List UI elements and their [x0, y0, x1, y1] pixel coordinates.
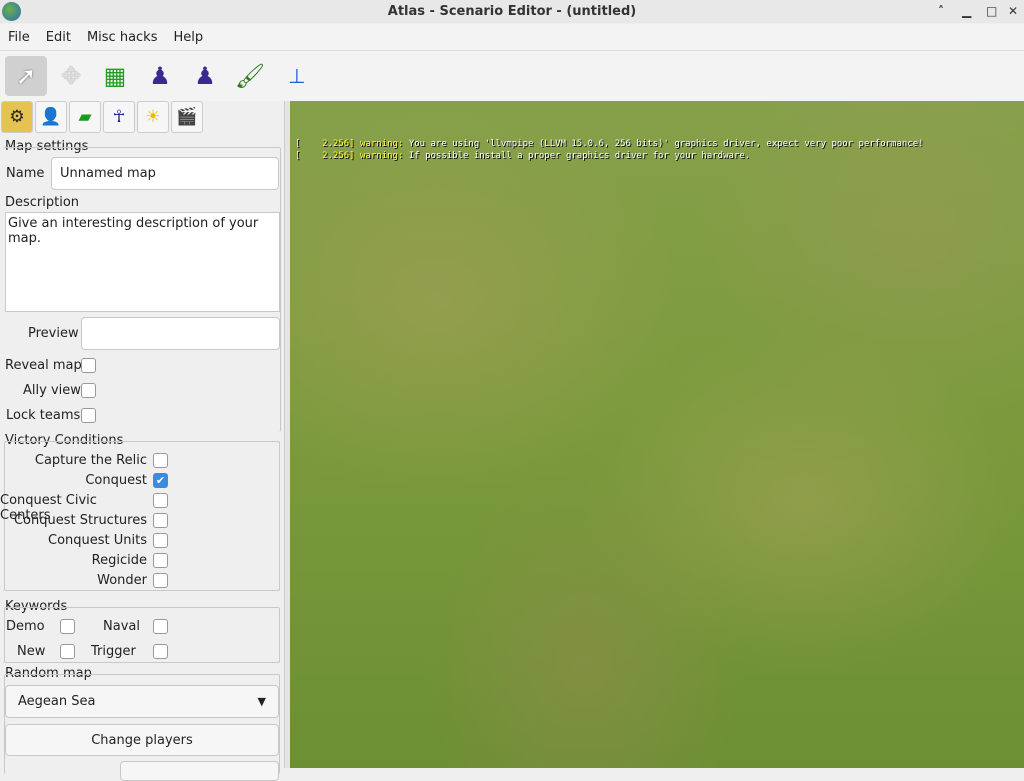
tab-cinema[interactable]: 🎬	[171, 101, 203, 133]
player-icon: 👤	[40, 107, 62, 127]
keyword-demo-checkbox[interactable]	[60, 619, 75, 634]
tab-environment[interactable]: ☀	[137, 101, 169, 133]
victory-condition-checkbox[interactable]	[153, 453, 168, 468]
victory-condition-checkbox[interactable]	[153, 573, 168, 588]
paint-terrain-icon[interactable]: 🖌	[229, 56, 271, 96]
random-map-value: Aegean Sea	[18, 694, 96, 709]
lock-teams-label: Lock teams	[6, 408, 81, 423]
reveal-map-checkbox[interactable]	[81, 358, 96, 373]
keywords-group	[4, 607, 280, 663]
terrain-elevation-icon[interactable]: ▦	[94, 56, 136, 96]
keyword-demo-label: Demo	[6, 619, 45, 634]
tab-object[interactable]: ☥	[103, 101, 135, 133]
place-object-icon[interactable]: ♟	[139, 56, 181, 96]
menu-edit[interactable]: Edit	[38, 24, 79, 51]
keyword-new-checkbox[interactable]	[60, 644, 75, 659]
toolbar: ➚ ✥ ▦ ♟ ♟ 🖌 ⊥	[0, 51, 1024, 101]
terrain-icon: ▰	[78, 107, 92, 127]
change-players-button[interactable]: Change players	[5, 724, 279, 756]
preview-input[interactable]	[81, 317, 280, 350]
victory-condition-checkbox[interactable]	[153, 513, 168, 528]
victory-condition-label: Regicide	[91, 553, 147, 568]
map-icon: ⚙	[9, 107, 25, 127]
chevron-down-icon: ▼	[257, 695, 266, 708]
clapperboard-icon: 🎬	[176, 107, 198, 127]
keyword-new-label: New	[17, 644, 46, 659]
name-input[interactable]: Unnamed map	[51, 157, 279, 190]
select-tool-icon[interactable]: ➚	[5, 56, 47, 96]
keyword-naval-label: Naval	[103, 619, 140, 634]
victory-condition-checkbox[interactable]	[153, 533, 168, 548]
log-line: [ 2.256] warning: If possible install a …	[295, 151, 751, 161]
description-textarea[interactable]: Give an interesting description of your …	[5, 212, 280, 312]
description-label: Description	[5, 195, 80, 210]
maximize-button[interactable]: □	[986, 0, 997, 23]
name-label: Name	[6, 166, 45, 181]
victory-condition-label: Conquest	[85, 473, 147, 488]
victory-condition-checkbox[interactable]: ✔	[153, 473, 168, 488]
victory-condition-checkbox[interactable]	[153, 493, 168, 508]
close-button[interactable]: ✕	[1008, 0, 1018, 23]
keyword-trigger-label: Trigger	[91, 644, 136, 659]
ally-view-checkbox[interactable]	[81, 383, 96, 398]
keyword-trigger-checkbox[interactable]	[153, 644, 168, 659]
window-title: Atlas - Scenario Editor - (untitled)	[387, 4, 637, 19]
tab-player[interactable]: 👤	[35, 101, 67, 133]
log-line: [ 2.256] warning: You are using 'llvmpip…	[295, 139, 924, 149]
unit-icon: ☥	[112, 107, 126, 127]
sun-icon: ☀	[145, 107, 161, 127]
tab-map-settings[interactable]: ⚙	[1, 101, 33, 133]
minimize-button[interactable]: ▁	[962, 0, 971, 23]
menu-file[interactable]: File	[0, 24, 38, 51]
app-globe-icon	[2, 2, 21, 21]
transform-axes-icon[interactable]: ⊥	[276, 56, 318, 96]
title-bar: Atlas - Scenario Editor - (untitled) ˄ ▁…	[0, 0, 1024, 23]
tab-terrain[interactable]: ▰	[69, 101, 101, 133]
lock-teams-checkbox[interactable]	[81, 408, 96, 423]
map-viewport[interactable]: [ 2.256] warning: You are using 'llvmpip…	[290, 101, 1024, 768]
victory-condition-label: Wonder	[97, 573, 147, 588]
next-button[interactable]	[120, 761, 279, 781]
keyword-naval-checkbox[interactable]	[153, 619, 168, 634]
victory-condition-label: Capture the Relic	[34, 453, 147, 468]
reveal-map-label: Reveal map	[5, 358, 82, 373]
random-map-select[interactable]: Aegean Sea ▼	[5, 685, 279, 718]
menu-help[interactable]: Help	[166, 24, 212, 51]
move-tool-icon[interactable]: ✥	[50, 56, 92, 96]
menu-bar: File Edit Misc hacks Help	[0, 24, 1024, 51]
victory-condition-checkbox[interactable]	[153, 553, 168, 568]
victory-condition-label: Conquest Units	[48, 533, 147, 548]
preview-label: Preview	[28, 326, 79, 341]
victory-condition-label: Conquest Structures	[13, 513, 147, 528]
shade-button[interactable]: ˄	[938, 0, 944, 23]
ally-view-label: Ally view	[23, 383, 81, 398]
menu-misc-hacks[interactable]: Misc hacks	[79, 24, 166, 51]
place-actor-icon[interactable]: ♟	[184, 56, 226, 96]
